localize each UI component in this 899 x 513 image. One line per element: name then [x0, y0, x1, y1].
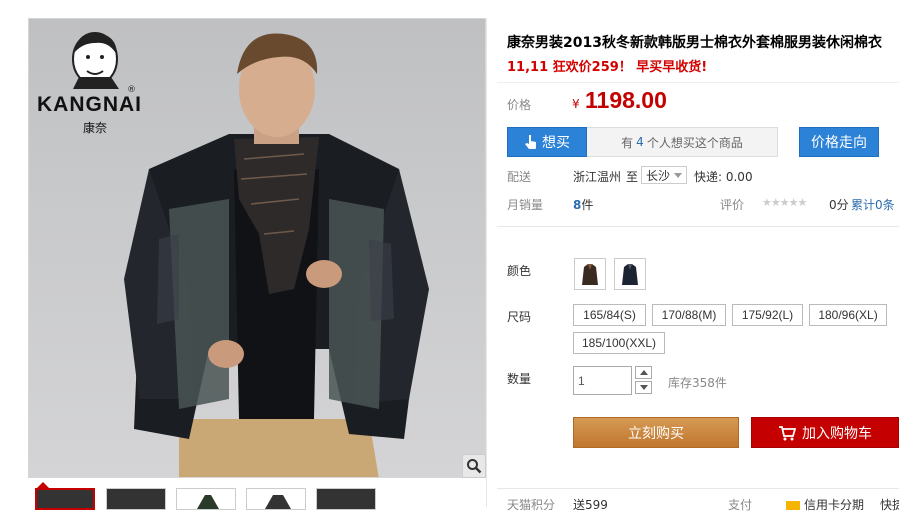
rating-stars: ★★★★★: [762, 196, 807, 209]
chevron-down-icon: [674, 172, 683, 178]
quantity-label: 数量: [507, 372, 532, 386]
hand-icon: [525, 135, 536, 149]
divider: [497, 488, 899, 489]
navy-jacket-icon: [622, 264, 638, 285]
main-product-image[interactable]: ® KANGNAI 康奈: [28, 18, 486, 478]
want-info: 有 4 个人想买这个商品: [587, 127, 778, 157]
column-divider: [486, 18, 487, 507]
shipping-label: 配送: [507, 170, 532, 184]
points-value: 送599: [573, 498, 608, 512]
want-button[interactable]: 想买: [507, 127, 587, 157]
divider: [497, 226, 899, 227]
payment-label: 支付: [728, 498, 753, 512]
brand-portrait-icon: [72, 32, 119, 89]
want-button-label: 想买: [542, 135, 570, 151]
want-info-prefix: 有: [621, 135, 634, 150]
payment-option-label: 信用卡分期: [804, 498, 865, 512]
chevron-up-icon: [639, 370, 648, 375]
price-value: 1198.00: [585, 87, 667, 113]
shipping-to-word: 至: [626, 170, 639, 184]
size-label: 尺码: [507, 310, 532, 324]
price-trend-button[interactable]: 价格走向: [799, 127, 879, 157]
quantity-decrease-button[interactable]: [635, 381, 652, 394]
add-to-cart-label: 加入购物车: [802, 425, 872, 442]
points-label: 天猫积分: [507, 498, 556, 512]
quantity-increase-button[interactable]: [635, 366, 652, 379]
add-to-cart-button[interactable]: 加入购物车: [751, 417, 899, 448]
cart-icon: [779, 425, 796, 440]
product-title: 康奈男装2013秋冬新款韩版男士棉衣外套棉服男装休闲棉衣: [507, 35, 882, 51]
monthly-sales-label: 月销量: [507, 198, 544, 212]
monthly-sales-unit: 件: [581, 198, 594, 212]
price-label: 价格: [507, 98, 532, 112]
express-fee: 快递: 0.00: [694, 170, 753, 184]
buy-now-button[interactable]: 立刻购买: [573, 417, 739, 448]
size-option-m[interactable]: 170/88(M): [652, 304, 726, 326]
zoom-button[interactable]: [462, 454, 486, 478]
currency-symbol: ¥: [572, 97, 580, 111]
rating-label: 评价: [720, 198, 745, 212]
brown-jacket-icon: [582, 264, 598, 285]
rating-score: 0分: [829, 198, 849, 212]
promo-text: 11,11 狂欢价259！ 早买早收货!: [507, 60, 708, 75]
quick-pay[interactable]: 快捷: [880, 496, 899, 513]
brand-logo-cn: 康奈: [83, 121, 108, 135]
cumulative-reviews-link[interactable]: 累计0条: [851, 196, 895, 213]
stock-count: 库存358件: [668, 376, 727, 390]
color-option-brown[interactable]: [574, 258, 606, 290]
brand-logo: ® KANGNAI 康奈: [35, 27, 165, 137]
color-option-navy[interactable]: [614, 258, 646, 290]
divider: [497, 82, 899, 83]
credit-card-icon: [786, 501, 800, 510]
brand-logo-name: KANGNAI: [37, 93, 142, 116]
shipping-origin: 浙江温州: [573, 170, 622, 184]
size-option-xl[interactable]: 180/96(XL): [809, 304, 887, 326]
monthly-sales: 8件: [573, 196, 593, 213]
want-info-suffix: 个人想买这个商品: [646, 135, 743, 150]
payment-option[interactable]: 信用卡分期: [786, 496, 864, 513]
destination-value: 长沙: [646, 168, 671, 183]
destination-select[interactable]: 长沙: [641, 166, 688, 184]
color-label: 颜色: [507, 264, 532, 278]
want-count: 4: [636, 135, 644, 149]
size-option-l[interactable]: 175/92(L): [732, 304, 803, 326]
size-option-s[interactable]: 165/84(S): [573, 304, 646, 326]
magnifier-icon: [467, 459, 482, 474]
chevron-down-icon: [639, 385, 648, 390]
size-option-xxl[interactable]: 185/100(XXL): [573, 332, 665, 354]
thumbnail-strip: [28, 488, 488, 510]
quantity-input[interactable]: [573, 366, 632, 395]
